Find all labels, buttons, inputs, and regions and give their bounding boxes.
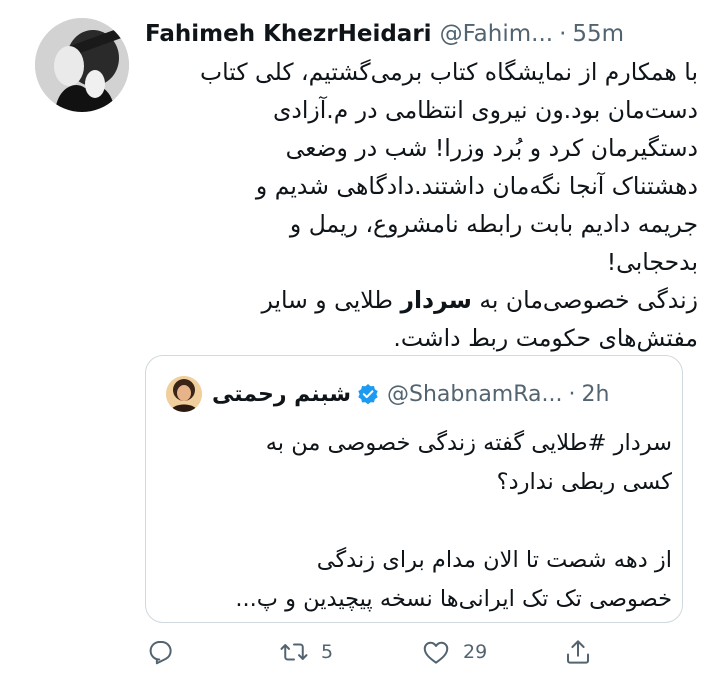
like-button[interactable]: 29 — [421, 630, 487, 674]
quoted-tweet-line: خصوصی تک تک ایرانی‌ها نسخه پیچیدین و پ..… — [235, 586, 672, 612]
quoted-tweet-line: کسی ربطی ندارد؟ — [496, 469, 672, 495]
quoted-tweet-line: سردار #طلایی گفته زندگی خصوصی من به — [265, 430, 672, 456]
quoted-tweet-line: از دهه شصت تا الان مدام برای زندگی — [316, 547, 672, 573]
tweet-line: زندگی خصوصی‌مان به سردار طلایی و سایر — [150, 281, 698, 319]
tweet-timestamp[interactable]: 55m — [572, 21, 624, 47]
verified-badge-icon — [357, 383, 379, 405]
author-avatar[interactable] — [35, 18, 129, 112]
quoted-author-name: شبنم رحمتی — [212, 381, 352, 407]
tweet-text-segment: طلایی و سایر — [261, 286, 401, 314]
tweet-line: جریمه دادیم بابت رابطه نامشروع، ریمل و — [289, 210, 698, 238]
quoted-author-handle: @ShabnamRa... — [387, 381, 563, 407]
quoted-avatar-photo — [166, 376, 202, 412]
heart-icon — [423, 641, 449, 664]
quoted-author-avatar — [166, 376, 202, 412]
quoted-header-separator: · — [568, 381, 576, 407]
author-name[interactable]: Fahimeh KhezrHeidari — [145, 21, 432, 47]
reply-icon — [149, 641, 172, 665]
share-icon — [567, 640, 589, 664]
tweet-header: Fahimeh KhezrHeidari @Fahim... · 55m — [145, 14, 705, 54]
tweet-bold-word: سردار — [400, 286, 472, 314]
avatar-photo — [35, 18, 129, 112]
share-button[interactable] — [563, 630, 593, 674]
like-count: 29 — [463, 641, 488, 663]
quoted-tweet-timestamp: 2h — [581, 381, 610, 407]
tweet-line: با همکارم از نمایشگاه کتاب برمی‌گشتیم، ک… — [199, 58, 698, 86]
tweet-line: مفتش‌های حکومت ربط داشت. — [393, 324, 698, 352]
tweet-line: دهشتناک آنجا نگه‌مان داشتند.دادگاهی شدیم… — [255, 172, 698, 200]
retweet-icon — [280, 643, 308, 661]
tweet-line: دستگیرمان کرد و بُرد وزرا! شب در وضعی — [285, 134, 698, 162]
tweet-line: بدحجابی! — [606, 248, 698, 276]
tweet-text-segment: زندگی خصوصی‌مان به — [471, 286, 698, 314]
author-handle[interactable]: @Fahim... — [440, 21, 554, 47]
quoted-tweet-header: شبنم رحمتی @ShabnamRa... · 2h — [166, 374, 676, 414]
retweet-button[interactable]: 5 — [279, 630, 333, 674]
reply-button[interactable] — [145, 630, 175, 674]
retweet-count: 5 — [321, 641, 334, 663]
tweet-line: دست‌مان بود.ون نیروی انتظامی در م.آزادی — [272, 96, 698, 124]
tweet-actions-bar: 5 29 — [145, 630, 595, 674]
quoted-tweet-card[interactable]: شبنم رحمتی @ShabnamRa... · 2h سردار #طلا… — [145, 355, 683, 623]
quoted-tweet-body: سردار #طلایی گفته زندگی خصوصی من به کسی … — [162, 424, 672, 619]
header-separator: · — [559, 21, 567, 47]
tweet-body: با همکارم از نمایشگاه کتاب برمی‌گشتیم، ک… — [150, 53, 698, 357]
